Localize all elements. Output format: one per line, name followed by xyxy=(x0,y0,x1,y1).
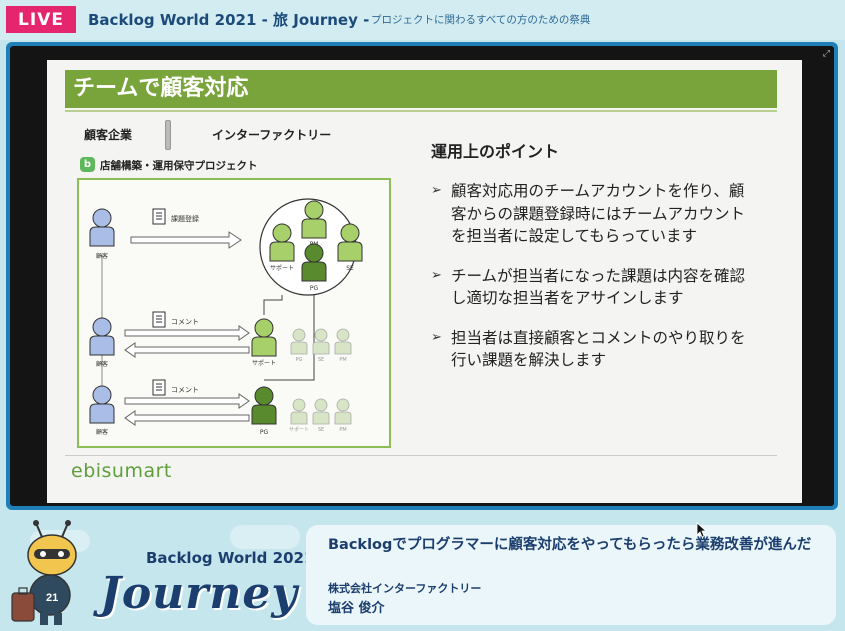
comment-doc-icon-2 xyxy=(152,379,166,396)
customer-label-1: 顧客 xyxy=(96,252,108,260)
support-label-team: サポート xyxy=(270,264,294,272)
chevron-right-icon: ➢ xyxy=(431,183,442,198)
backlog-project-icon: b xyxy=(80,157,95,172)
comment-arrow-right-1 xyxy=(124,325,250,341)
point-text: 担当者は直接顧客とコメントのやり取りを行い課題を解決します xyxy=(451,328,746,370)
slide-title: チームで顧客対応 xyxy=(65,70,777,108)
faded-pg-label: PG xyxy=(296,357,303,363)
support-label: サポート xyxy=(252,359,276,367)
points-heading: 運用上のポイント xyxy=(431,142,560,161)
session-card: Backlogでプログラマーに顧客対応をやってもらったら業務改善が進んだ 株式会… xyxy=(306,525,836,625)
comment-arrow-left-2 xyxy=(124,410,250,426)
title-underline xyxy=(65,110,777,112)
chevron-right-icon: ➢ xyxy=(431,329,442,345)
divider-bar xyxy=(165,120,171,150)
live-badge: LIVE xyxy=(6,6,76,33)
ebisumart-logo: ebisumart xyxy=(71,460,172,482)
faded-pm-icon xyxy=(334,328,352,355)
expand-icon[interactable]: ⤢ xyxy=(823,49,830,59)
comment-label-1: コメント xyxy=(171,318,199,326)
chevron-right-icon: ➢ xyxy=(431,267,442,283)
point-item: ➢ 顧客対応用のチームアカウントを作り、顧客からの課題登録時にはチームアカウントを… xyxy=(431,180,751,248)
customer-icon-1 xyxy=(89,208,115,247)
point-text: 顧客対応用のチームアカウントを作り、顧客からの課題登録時にはチームアカウントを担… xyxy=(451,182,746,245)
mouse-cursor-icon xyxy=(696,522,708,538)
speaker-name: 塩谷 俊介 xyxy=(328,601,385,616)
point-text: チームが担当者になった課題は内容を確認し適切な担当者をアサインします xyxy=(451,266,746,308)
presentation-slide: チームで顧客対応 顧客企業 インターファクトリー b 店舗構築・運用保守プロジェ… xyxy=(47,60,802,503)
point-item: ➢ チームが担当者になった課題は内容を確認し適切な担当者をアサインします xyxy=(431,265,751,310)
comment-arrow-right-2 xyxy=(124,393,250,409)
svg-text:21: 21 xyxy=(46,592,58,604)
top-bar: LIVE Backlog World 2021 - 旅 Journey - プロ… xyxy=(0,0,845,40)
event-title: Backlog World 2021 - 旅 Journey - xyxy=(88,11,370,29)
faded-se-label: SE xyxy=(318,357,324,363)
workflow-diagram-svg: 顧客 顧客 顧客 課題登録 PM サポート SE xyxy=(89,198,363,436)
comment-doc-icon-1 xyxy=(152,311,166,328)
brand-journey: Journey xyxy=(100,568,298,619)
vendor-company-label: インターファクトリー xyxy=(212,128,332,142)
faded-pm-label-2: PM xyxy=(339,427,346,433)
faded-pg-icon xyxy=(290,328,308,355)
faded-support-label: サポート xyxy=(289,426,309,433)
slide-footer-line xyxy=(65,455,777,456)
faded-se-icon-2 xyxy=(312,398,330,425)
video-area[interactable]: ⤢ チームで顧客対応 顧客企業 インターファクトリー b 店舗構築・運用保守プロ… xyxy=(10,46,834,506)
cloud-decoration xyxy=(230,525,300,549)
customer-icon-3 xyxy=(89,385,115,424)
support-icon-2 xyxy=(251,318,277,357)
issue-label: 課題登録 xyxy=(171,214,199,223)
points-list: ➢ 顧客対応用のチームアカウントを作り、顧客からの課題登録時にはチームアカウントを… xyxy=(431,180,751,389)
comment-arrow-left-1 xyxy=(124,342,250,358)
session-title: Backlogでプログラマーに顧客対応をやってもらったら業務改善が進んだ xyxy=(328,537,812,553)
customer-icon-2 xyxy=(89,317,115,356)
project-label: 店舗構築・運用保守プロジェクト xyxy=(100,160,258,172)
faded-se-label-2: SE xyxy=(318,427,324,433)
customer-company-label: 顧客企業 xyxy=(84,128,133,142)
mascot-illustration: 21 xyxy=(11,520,77,625)
pm-icon xyxy=(301,200,327,239)
issue-doc-icon xyxy=(152,208,166,225)
customer-label-2: 顧客 xyxy=(96,360,108,368)
video-player[interactable]: ⤢ チームで顧客対応 顧客企業 インターファクトリー b 店舗構築・運用保守プロ… xyxy=(6,42,838,510)
speaker-company: 株式会社インターファクトリー xyxy=(328,582,482,595)
faded-se-icon xyxy=(312,328,330,355)
comment-label-2: コメント xyxy=(171,386,199,394)
customer-label-3: 顧客 xyxy=(96,428,108,436)
event-subtitle: プロジェクトに関わるすべての方のための祭典 xyxy=(371,14,591,26)
pg-label: PG xyxy=(260,429,269,436)
se-icon xyxy=(337,223,363,262)
faded-pm-icon-2 xyxy=(334,398,352,425)
pg-label-team: PG xyxy=(310,285,319,292)
se-label-team: SE xyxy=(346,265,354,272)
faded-support-icon xyxy=(290,398,308,425)
pg-icon-2 xyxy=(251,386,277,425)
brand-wordmark: Backlog World 2021 xyxy=(146,549,315,567)
faded-pm-label: PM xyxy=(339,357,346,363)
support-icon xyxy=(269,223,295,262)
workflow-diagram: 顧客 顧客 顧客 課題登録 PM サポート SE xyxy=(77,178,391,448)
point-item: ➢ 担当者は直接顧客とコメントのやり取りを行い課題を解決します xyxy=(431,327,751,372)
issue-arrow xyxy=(130,231,242,249)
pg-icon xyxy=(301,243,327,282)
